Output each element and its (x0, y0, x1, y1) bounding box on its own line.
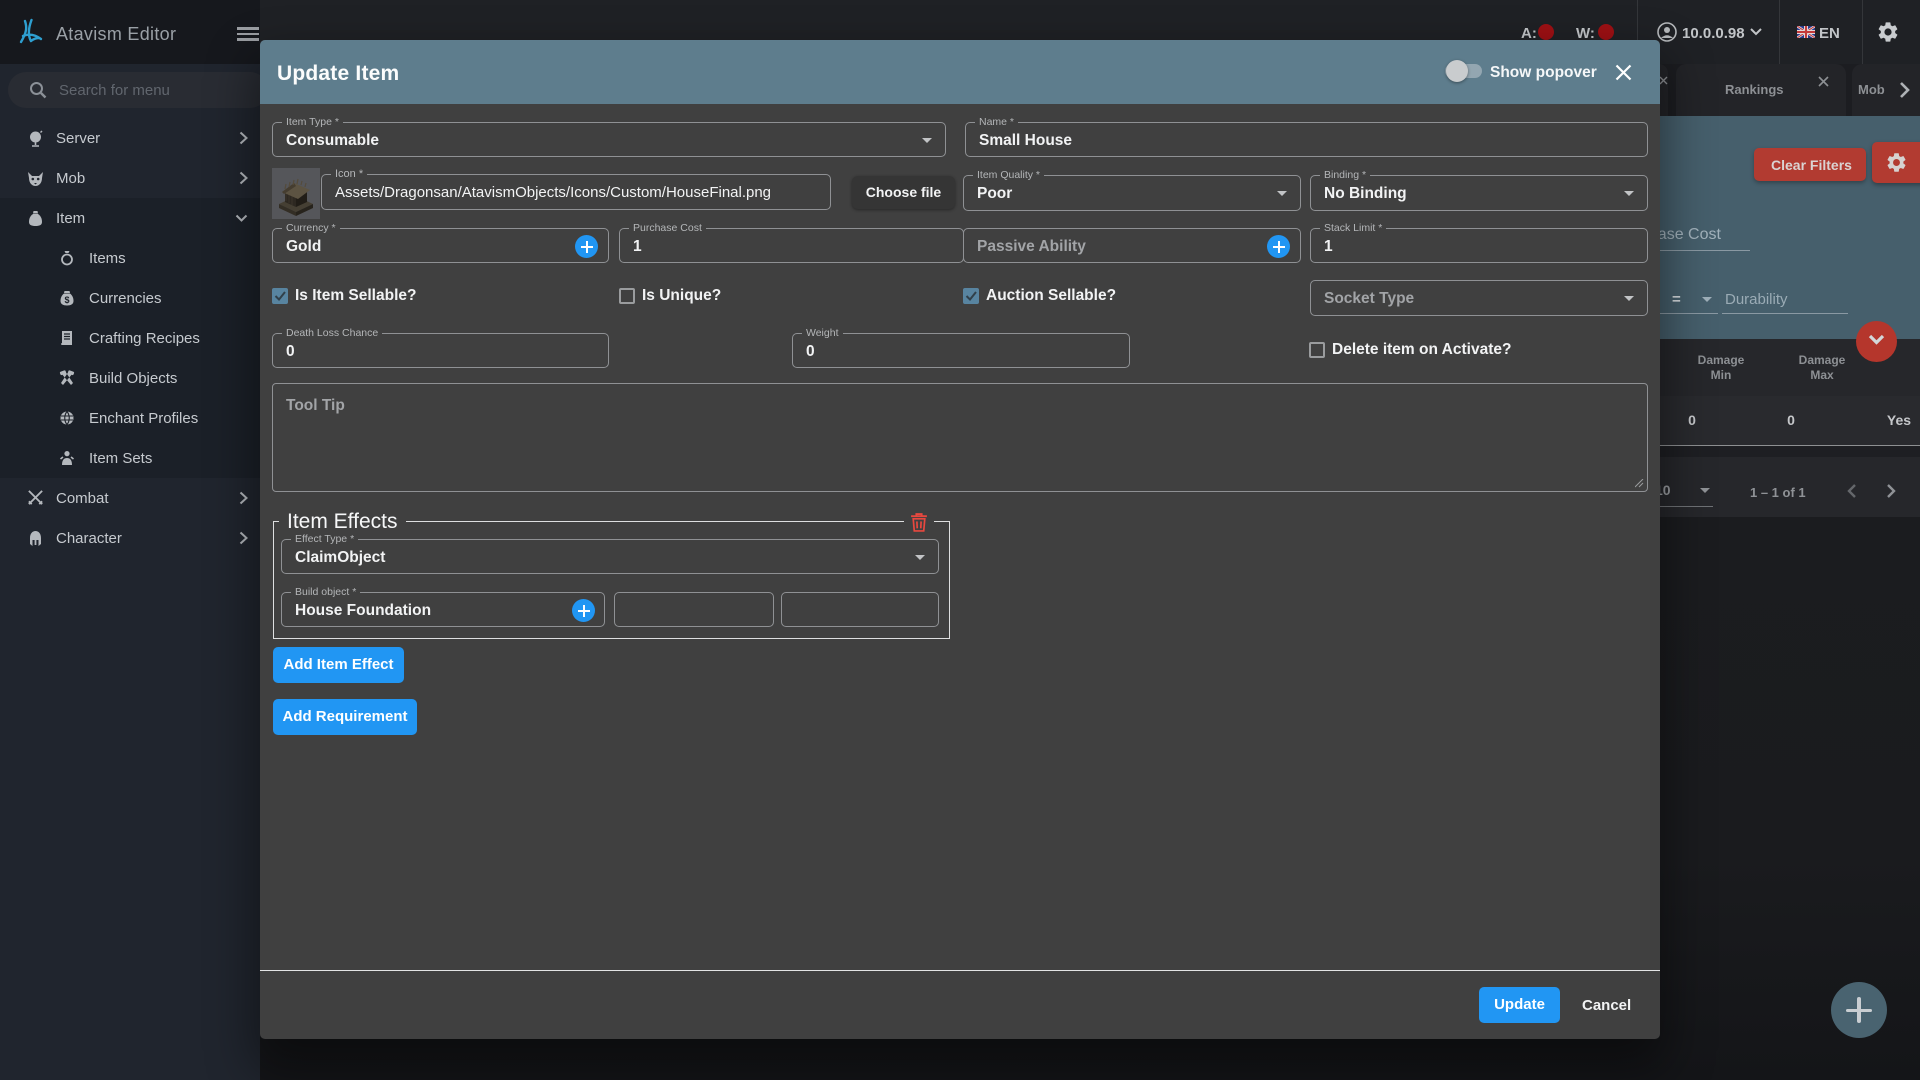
svg-text:$: $ (64, 295, 69, 305)
